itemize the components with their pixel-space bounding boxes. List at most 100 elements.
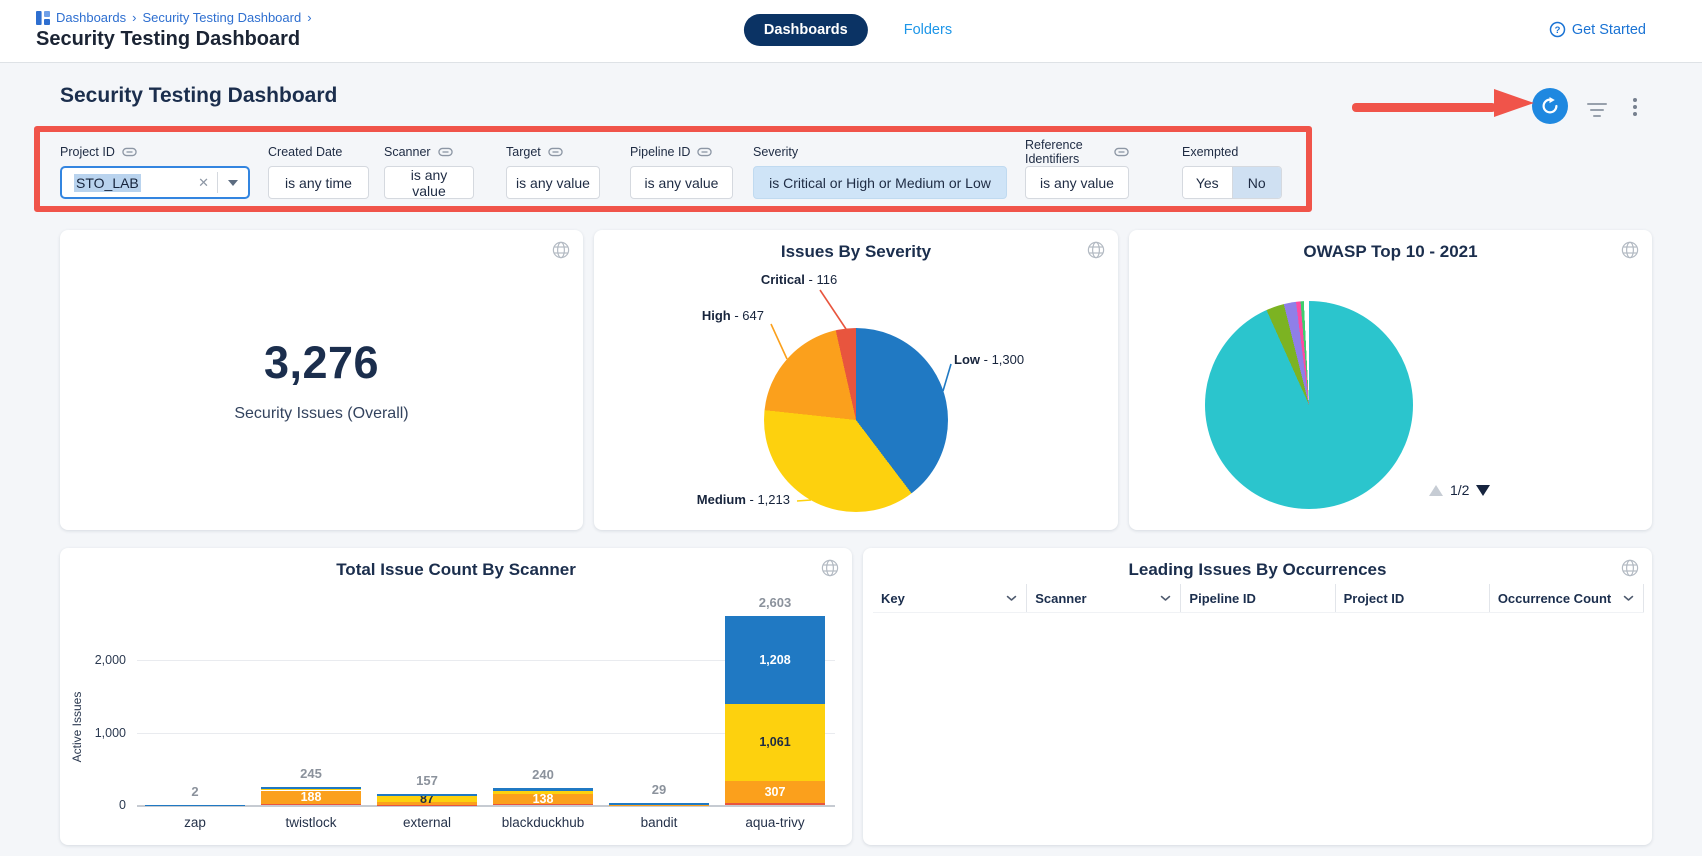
bar-segment-label: 138 <box>493 792 593 806</box>
column-header-label: Pipeline ID <box>1189 591 1255 606</box>
created-date-value-button[interactable]: is any time <box>268 166 369 199</box>
filter-label: Reference Identifiers <box>1025 138 1107 166</box>
get-started-link[interactable]: ? Get Started <box>1549 21 1646 38</box>
project-id-input[interactable]: STO_LAB ✕ <box>60 166 250 199</box>
exempted-option-no[interactable]: No <box>1232 167 1282 198</box>
top-header: Dashboards › Security Testing Dashboard … <box>0 0 1702 62</box>
filter-label-row: Exempted <box>1182 144 1282 159</box>
y-tick-0: 0 <box>74 798 126 812</box>
page-up-icon[interactable] <box>1429 485 1443 496</box>
column-header-label: Scanner <box>1035 591 1086 606</box>
kebab-menu-icon[interactable] <box>1629 94 1641 120</box>
filter-label: Exempted <box>1182 145 1238 159</box>
column-header-scanner[interactable]: Scanner <box>1027 584 1181 612</box>
card-security-issues-overall: 3,276 Security Issues (Overall) <box>60 230 583 530</box>
filter-label-row: Severity <box>753 144 1007 159</box>
globe-icon <box>1620 240 1640 265</box>
svg-text:?: ? <box>1554 25 1560 36</box>
bar-total-label: 245 <box>261 766 361 781</box>
owasp-pie-chart[interactable] <box>1205 301 1413 509</box>
filter-bar: Project ID STO_LAB ✕ Created Date is any tim… <box>60 144 1310 204</box>
filter-control: YesNo <box>1182 166 1282 199</box>
y-tick-1000: 1,000 <box>74 726 126 740</box>
severity-pie-chart[interactable] <box>764 328 948 512</box>
table-header-row: Key Scanner Pipeline ID Project ID Occurrenc… <box>873 584 1644 613</box>
page-title: Security Testing Dashboard <box>36 28 300 51</box>
exempted-option-yes[interactable]: Yes <box>1183 167 1232 198</box>
overall-count-label: Security Issues (Overall) <box>234 405 408 423</box>
column-header-label: Occurrence Count <box>1498 591 1611 606</box>
filter-label: Severity <box>753 145 798 159</box>
bar-twistlock-low[interactable] <box>261 787 361 789</box>
filter-control: is any value <box>1025 166 1129 199</box>
link-icon <box>122 147 137 157</box>
globe-icon <box>1620 558 1640 583</box>
filter-label-row: Reference Identifiers <box>1025 144 1129 159</box>
chart-title: Leading Issues By Occurrences <box>863 560 1652 580</box>
filter-input-value: STO_LAB <box>74 174 141 192</box>
bar-external-low[interactable] <box>377 794 477 796</box>
bar-category-label: zap <box>137 815 253 830</box>
filter-label: Target <box>506 145 541 159</box>
get-started-label: Get Started <box>1572 22 1646 38</box>
chevron-down-icon <box>1623 595 1634 602</box>
column-header-occurrence-count[interactable]: Occurrence Count <box>1490 584 1644 612</box>
tab-folders[interactable]: Folders <box>898 21 958 39</box>
nav-tabs: Dashboards Folders <box>744 14 958 46</box>
target-value-button[interactable]: is any value <box>506 166 600 199</box>
column-header-pipeline-id[interactable]: Pipeline ID <box>1181 584 1335 612</box>
filter-icon[interactable] <box>1581 96 1613 127</box>
severity-value-button[interactable]: is Critical or High or Medium or Low <box>753 166 1007 199</box>
filter-exempted: Exempted YesNo <box>1182 144 1282 199</box>
bar-segment-label: 307 <box>725 785 825 799</box>
bar-category-label: external <box>369 815 485 830</box>
bar-blackduckhub-low[interactable] <box>493 788 593 791</box>
chevron-down-icon <box>1006 595 1017 602</box>
link-icon <box>548 147 563 157</box>
breadcrumb-separator: › <box>307 10 311 25</box>
bar-segment-label: 188 <box>261 790 361 804</box>
chevron-down-icon <box>1160 595 1171 602</box>
filter-label: Project ID <box>60 145 115 159</box>
page-indicator: 1/2 <box>1450 482 1469 498</box>
bar-total-label: 157 <box>377 773 477 788</box>
breadcrumb-link-dashboards[interactable]: Dashboards <box>56 10 126 25</box>
dropdown-caret-icon[interactable] <box>228 180 238 186</box>
pipeline-id-value-button[interactable]: is any value <box>630 166 733 199</box>
filter-severity: Severity is Critical or High or Medium or… <box>753 144 1007 199</box>
tab-dashboards[interactable]: Dashboards <box>744 14 868 46</box>
overall-count-value: 3,276 <box>264 337 379 389</box>
filter-label-row: Created Date <box>268 144 369 159</box>
filter-control: is any value <box>630 166 733 199</box>
column-header-key[interactable]: Key <box>873 584 1027 612</box>
card-total-issue-count-by-scanner: Total Issue Count By Scanner Active Issu… <box>60 548 852 845</box>
scanner-value-button[interactable]: is any value <box>384 166 474 199</box>
bar-blackduckhub-medium[interactable] <box>493 791 593 794</box>
filter-label-row: Target <box>506 144 600 159</box>
pie-label-critical: Critical - 116 <box>761 272 837 287</box>
bar-bandit-low[interactable] <box>609 803 709 805</box>
pie-label-medium: Medium - 1,213 <box>697 492 790 507</box>
bar-category-label: twistlock <box>253 815 369 830</box>
breadcrumb-link-current[interactable]: Security Testing Dashboard <box>142 10 301 25</box>
annotation-arrow-head <box>1494 89 1534 117</box>
clear-icon[interactable]: ✕ <box>190 175 217 191</box>
input-divider <box>217 172 218 193</box>
breadcrumb: Dashboards › Security Testing Dashboard … <box>36 10 312 25</box>
bar-total-label: 2 <box>145 784 245 799</box>
refresh-button[interactable] <box>1532 88 1568 124</box>
column-header-label: Project ID <box>1344 591 1405 606</box>
bar-total-label: 29 <box>609 782 709 797</box>
exempted-toggle: YesNo <box>1182 166 1282 199</box>
table-body-empty <box>873 613 1644 837</box>
column-header-project-id[interactable]: Project ID <box>1336 584 1490 612</box>
reference-identifiers-value-button[interactable]: is any value <box>1025 166 1129 199</box>
bar-total-label: 240 <box>493 767 593 782</box>
page-down-icon[interactable] <box>1476 485 1490 496</box>
link-icon <box>697 147 712 157</box>
filter-label-row: Project ID <box>60 144 250 159</box>
bar-aqua-trivy-critical[interactable] <box>725 803 825 805</box>
bar-twistlock-medium[interactable] <box>261 789 361 790</box>
filter-control: STO_LAB ✕ <box>60 166 250 199</box>
filter-label: Created Date <box>268 145 342 159</box>
